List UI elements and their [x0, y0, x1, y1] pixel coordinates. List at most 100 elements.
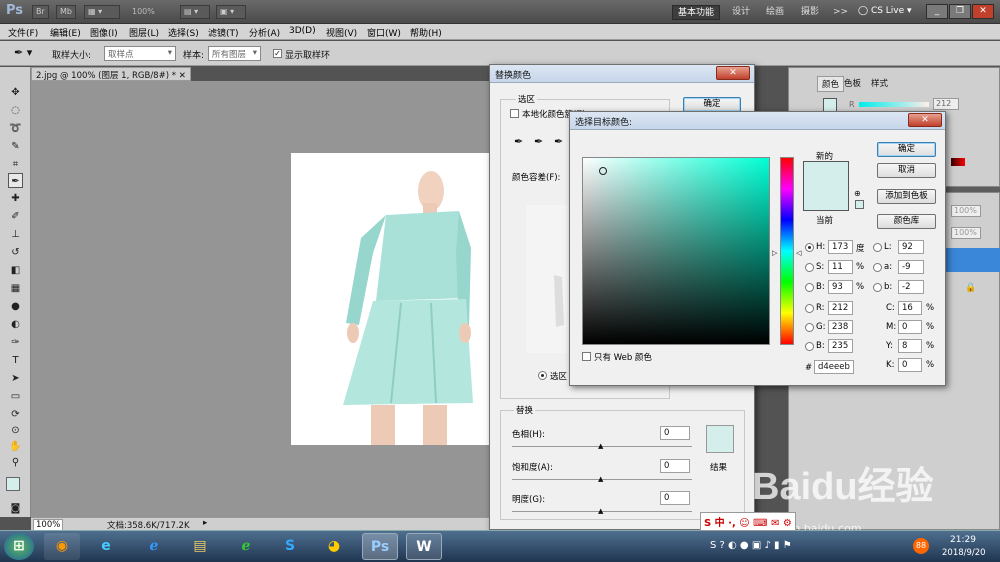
- web-only-checkbox[interactable]: [582, 352, 591, 361]
- color-field-cursor[interactable]: [599, 167, 607, 175]
- crop-tool-icon[interactable]: ⌗: [8, 157, 23, 172]
- workspace-design[interactable]: 设计: [727, 5, 755, 20]
- ie-icon[interactable]: ℯ: [136, 533, 172, 560]
- tab-swatches[interactable]: 色板: [844, 77, 861, 89]
- s-radio[interactable]: [805, 263, 814, 272]
- menu-help[interactable]: 帮助(H): [410, 26, 442, 39]
- zoom-level[interactable]: 100%: [132, 7, 155, 16]
- k-input[interactable]: 0: [898, 358, 922, 372]
- tab-styles[interactable]: 样式: [871, 77, 888, 89]
- stamp-tool-icon[interactable]: ⊥: [8, 227, 23, 242]
- type-tool-icon[interactable]: T: [8, 353, 23, 368]
- picker-close-button[interactable]: ✕: [908, 113, 942, 127]
- workspace-painting[interactable]: 绘画: [761, 5, 789, 20]
- zoom-tool-icon[interactable]: ⚲: [8, 455, 23, 470]
- add-to-swatches-button[interactable]: 添加到色板: [877, 189, 936, 204]
- tray-icons[interactable]: S ? ◐ ● ▣ ♪ ▮ ⚑: [710, 540, 792, 551]
- color-libraries-button[interactable]: 颜色库: [877, 214, 936, 229]
- lab-b-radio[interactable]: [873, 283, 882, 292]
- a-radio[interactable]: [873, 263, 882, 272]
- extras-menu[interactable]: ▦ ▾: [84, 5, 120, 19]
- quick-select-tool-icon[interactable]: ✎: [8, 139, 23, 154]
- move-tool-icon[interactable]: ✥: [8, 85, 23, 100]
- menu-image[interactable]: 图像(I): [90, 26, 118, 39]
- 3d-orbit-tool-icon[interactable]: ⊙: [8, 423, 23, 438]
- color-field[interactable]: [582, 157, 770, 345]
- cs-live[interactable]: ◯ CS Live ▾: [858, 6, 912, 16]
- document-tab[interactable]: 2.jpg @ 100% (图层 1, RGB/8#) * ✕: [31, 67, 191, 81]
- hue-input[interactable]: 0: [660, 426, 690, 440]
- browser-360-icon[interactable]: ℯ: [228, 533, 264, 560]
- r-radio[interactable]: [805, 304, 814, 313]
- replace-ok-button[interactable]: 确定: [683, 97, 741, 112]
- screen-mode[interactable]: ▣ ▾: [216, 5, 246, 19]
- minimize-button[interactable]: _: [926, 4, 948, 19]
- start-button-icon[interactable]: ⊞: [4, 533, 34, 560]
- shape-tool-icon[interactable]: ▭: [8, 389, 23, 404]
- marquee-tool-icon[interactable]: ◌: [8, 103, 23, 118]
- layer-fill[interactable]: 100%: [951, 227, 981, 239]
- eyedropper-icon[interactable]: ✒: [514, 135, 523, 148]
- close-document-icon[interactable]: ✕: [179, 71, 186, 81]
- more-workspaces[interactable]: >>: [828, 5, 853, 20]
- workspace-photography[interactable]: 摄影: [796, 5, 824, 20]
- result-swatch[interactable]: [706, 425, 734, 453]
- lasso-tool-icon[interactable]: ➰: [8, 121, 23, 136]
- sample-size-select[interactable]: 取样点 ▾: [104, 46, 176, 61]
- color-ramp[interactable]: [951, 158, 965, 166]
- lightness-slider-thumb[interactable]: ▲: [598, 507, 603, 515]
- b-radio[interactable]: [805, 283, 814, 292]
- l-radio[interactable]: [873, 243, 882, 252]
- saturation-input[interactable]: 0: [660, 459, 690, 473]
- healing-tool-icon[interactable]: ✚: [8, 191, 23, 206]
- pen-tool-icon[interactable]: ✑: [8, 335, 23, 350]
- h-radio[interactable]: [805, 243, 814, 252]
- sample-select[interactable]: 所有图层 ▾: [208, 46, 261, 61]
- selection-preview[interactable]: [526, 205, 570, 353]
- hue-arrow-right[interactable]: ◁: [796, 249, 801, 257]
- saturation-slider-thumb[interactable]: ▲: [598, 475, 603, 483]
- tray-badge[interactable]: 88: [913, 538, 929, 554]
- arrange-documents[interactable]: ▤ ▾: [180, 5, 210, 19]
- menu-file[interactable]: 文件(F): [8, 26, 38, 39]
- eyedropper-tool-icon[interactable]: ✒ ▾: [14, 46, 32, 59]
- y-input[interactable]: 8: [898, 339, 922, 353]
- replace-dialog-close-button[interactable]: ✕: [716, 66, 750, 80]
- menu-3d[interactable]: 3D(D): [289, 26, 316, 36]
- show-ring-checkbox[interactable]: ✓: [273, 49, 282, 58]
- path-select-tool-icon[interactable]: ➤: [8, 371, 23, 386]
- localized-clusters-checkbox[interactable]: [510, 109, 519, 118]
- m-input[interactable]: 0: [898, 320, 922, 334]
- l-input[interactable]: 92: [898, 240, 924, 254]
- panel-r-slider[interactable]: [859, 102, 929, 107]
- status-arrow-icon[interactable]: ▸: [203, 518, 207, 528]
- c-input[interactable]: 16: [898, 301, 922, 315]
- g-input[interactable]: 238: [828, 320, 853, 334]
- hue-arrow-left[interactable]: ▷: [772, 249, 777, 257]
- menu-edit[interactable]: 编辑(E): [50, 26, 81, 39]
- menu-view[interactable]: 视图(V): [326, 26, 357, 39]
- gradient-tool-icon[interactable]: ▦: [8, 281, 23, 296]
- menu-layer[interactable]: 图层(L): [129, 26, 159, 39]
- chrome-like-icon[interactable]: ◕: [316, 533, 352, 560]
- eraser-tool-icon[interactable]: ◧: [8, 263, 23, 278]
- r-input[interactable]: 212: [828, 301, 853, 315]
- lightness-input[interactable]: 0: [660, 491, 690, 505]
- b-input[interactable]: 93: [828, 280, 853, 294]
- selected-layer-row[interactable]: [939, 248, 1000, 272]
- picker-ok-button[interactable]: 确定: [877, 142, 936, 157]
- menu-select[interactable]: 选择(S): [168, 26, 199, 39]
- hex-input[interactable]: d4eeeb: [814, 360, 854, 374]
- clock-date[interactable]: 2018/9/20: [942, 548, 986, 558]
- blue-radio[interactable]: [805, 342, 814, 351]
- selection-radio[interactable]: [538, 371, 547, 380]
- hue-slider-thumb[interactable]: ▲: [598, 442, 603, 450]
- document-canvas[interactable]: [291, 153, 491, 445]
- blur-tool-icon[interactable]: ●: [8, 299, 23, 314]
- restore-button[interactable]: ❐: [949, 4, 971, 19]
- minibridge-button[interactable]: Mb: [56, 5, 76, 19]
- close-app-button[interactable]: ✕: [972, 4, 994, 19]
- quick-mask-icon[interactable]: ◙: [8, 501, 23, 516]
- menu-filter[interactable]: 滤镜(T): [208, 26, 239, 39]
- history-brush-icon[interactable]: ↺: [8, 245, 23, 260]
